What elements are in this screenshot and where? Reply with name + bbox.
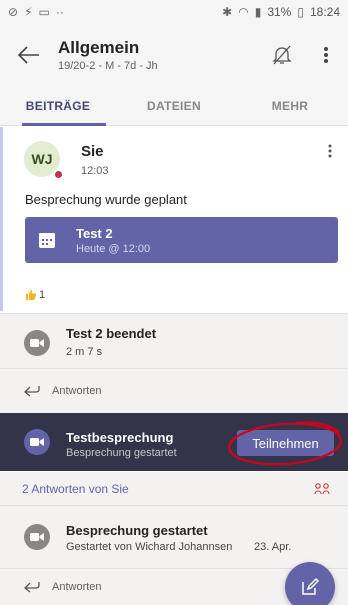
bell-off-icon [272,45,292,65]
channel-header: Allgemein 19/20-2 - M - 7d - Jh [0,24,348,86]
meeting-ended-title: Test 2 beendet [66,326,157,341]
started-by: Gestartet von Wichard Johannsen [66,541,233,553]
post-author: Sie [81,143,104,160]
banner-subtitle: Besprechung gestartet [66,447,177,459]
battery-percent: 31% [267,5,292,19]
post-card[interactable]: WJ Sie 12:03 Besprechung wurde geplant T… [0,127,348,311]
notifications-button[interactable] [260,24,304,86]
post-text: Besprechung wurde geplant [25,192,187,207]
camera-icon-badge [24,330,50,356]
thumbs-up-icon [26,290,37,300]
meeting-card[interactable]: Test 2 Heute @ 12:00 [25,217,338,263]
screen-icon: ▭ [38,5,50,19]
more-options-button[interactable] [304,24,348,86]
started-date: 23. Apr. [254,541,292,553]
back-arrow-icon [18,46,39,64]
tab-files[interactable]: DATEIEN [116,86,232,125]
reply-label: Antworten [52,581,102,593]
screen: ⊘ ⚡ ▭ ·· ✱ ◠ ▮ 31% ▯ 18:24 Allgemein 19/… [0,0,348,605]
meeting-duration: 2 m 7 s [66,346,103,358]
team-subtitle: 19/20-2 - M - 7d - Jh [58,60,158,72]
join-button[interactable]: Teilnehmen [237,430,334,456]
meeting-ended-item[interactable]: Test 2 beendet 2 m 7 s [0,313,348,368]
channel-title: Allgemein [58,38,140,57]
meeting-started-banner[interactable]: Testbesprechung Besprechung gestartet Te… [0,413,348,471]
tab-more[interactable]: MEHR [232,86,348,125]
meeting-card-title: Test 2 [76,225,113,241]
camera-icon [30,438,44,446]
banner-title: Testbesprechung [66,430,174,445]
more-vertical-icon [324,47,328,63]
reaction-like[interactable]: 1 [25,289,45,301]
back-button[interactable] [0,24,58,86]
flash-icon: ⚡ [24,5,33,19]
reply-icon [24,386,40,397]
post-menu-button[interactable] [320,139,340,163]
check-circle-icon: ⊘ [8,5,19,19]
started-title: Besprechung gestartet [66,523,208,538]
bluetooth-icon: ✱ [222,5,233,19]
camera-icon-badge [24,524,50,550]
post-time: 12:03 [81,165,109,177]
camera-icon [30,533,44,541]
reply-label: Antworten [52,385,102,397]
status-bar: ⊘ ⚡ ▭ ·· ✱ ◠ ▮ 31% ▯ 18:24 [0,0,348,24]
presence-indicator [53,169,64,180]
wifi-icon: ◠ [238,5,249,19]
more-vertical-icon [328,144,332,158]
more-dots-icon: ·· [55,5,64,19]
compose-icon [302,577,320,595]
camera-icon [30,339,44,347]
meeting-card-time: Heute @ 12:00 [76,242,151,255]
reply-icon [24,582,40,593]
meeting-started-reply[interactable]: Besprechung gestartet Gestartet von Wich… [0,506,348,568]
reply-button[interactable]: Antworten [0,368,348,413]
reaction-count: 1 [39,289,46,301]
tab-bar: BEITRÄGE DATEIEN MEHR [0,86,348,126]
replies-summary[interactable]: 2 Antworten von Sie [0,472,348,506]
clock: 18:24 [309,5,340,19]
signal-icon: ▮ [254,5,262,19]
battery-icon: ▯ [297,5,304,19]
calendar-icon [39,233,55,248]
camera-icon-badge [24,429,50,455]
people-icon [314,482,330,494]
replies-label[interactable]: 2 Antworten von Sie [22,482,129,496]
tab-posts[interactable]: BEITRÄGE [0,86,116,126]
compose-button[interactable] [285,562,335,605]
